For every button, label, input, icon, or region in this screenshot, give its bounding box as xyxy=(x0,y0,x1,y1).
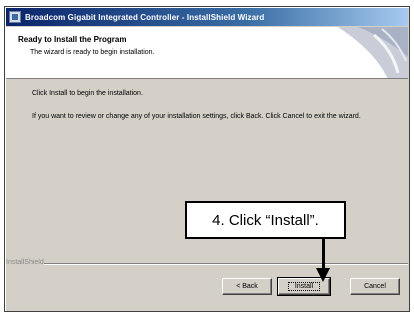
back-button[interactable]: < Back xyxy=(222,278,272,295)
wizard-header: Ready to Install the Program The wizard … xyxy=(6,27,408,79)
instruction-text: Click Install to begin the installation. xyxy=(32,90,143,97)
instruction-callout: 4. Click “Install”. xyxy=(185,201,346,239)
review-instruction-text: If you want to review or change any of y… xyxy=(32,113,361,120)
callout-arrow-shaft xyxy=(322,239,325,271)
installer-window: Broadcom Gigabit Integrated Controller -… xyxy=(4,6,410,312)
cancel-button[interactable]: Cancel xyxy=(350,278,400,295)
arrow-down-icon xyxy=(316,268,330,282)
title-bar[interactable]: Broadcom Gigabit Integrated Controller -… xyxy=(6,8,408,26)
header-title: Ready to Install the Program xyxy=(18,35,127,44)
header-subtitle: The wizard is ready to begin installatio… xyxy=(30,49,155,56)
installer-app-icon xyxy=(9,11,21,23)
wizard-graphic-icon xyxy=(338,27,408,78)
window-title: Broadcom Gigabit Integrated Controller -… xyxy=(25,12,265,22)
installshield-brand: InstallShield xyxy=(6,259,44,266)
cancel-button-label: Cancel xyxy=(364,283,386,290)
footer-divider xyxy=(44,263,408,265)
back-button-label: < Back xyxy=(236,283,258,290)
install-button-label: Install xyxy=(287,282,321,291)
